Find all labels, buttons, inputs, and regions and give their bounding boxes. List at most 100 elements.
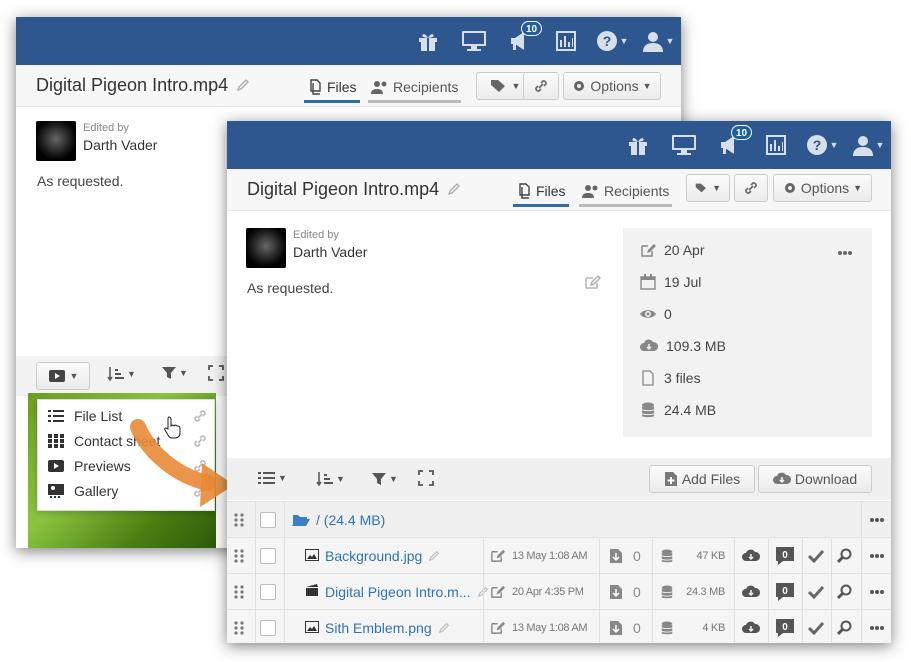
approve-icon[interactable] — [808, 574, 824, 609]
file-name-link[interactable]: Digital Pigeon Intro.m... — [325, 584, 471, 600]
options-button[interactable]: Options ▼ — [773, 174, 872, 202]
table-row[interactable]: Digital Pigeon Intro.m... 20 Apr 4:35 PM… — [227, 573, 891, 609]
downloads-cell: 0 — [609, 574, 641, 609]
preview-icon[interactable] — [837, 610, 853, 643]
edit-post-icon[interactable] — [585, 275, 601, 289]
menu-item-file-list[interactable]: File List — [48, 406, 122, 426]
tab-files[interactable]: Files — [304, 73, 360, 103]
info-modified-value: 20 Apr — [664, 242, 705, 258]
add-files-button[interactable]: Add Files — [649, 465, 755, 493]
document-title-text: Digital Pigeon Intro.mp4 — [247, 179, 440, 199]
preview-icon[interactable] — [837, 574, 853, 609]
drag-handle-icon[interactable] — [234, 538, 244, 573]
tags-button[interactable]: ▼ — [686, 174, 730, 202]
user-menu[interactable]: ▼ — [845, 121, 891, 169]
row-checkbox[interactable] — [260, 610, 276, 643]
tab-recipients[interactable]: Recipients — [579, 177, 673, 207]
announcements-icon[interactable]: 10 — [707, 121, 753, 169]
drag-handle-icon[interactable] — [234, 502, 244, 537]
avatar — [36, 121, 76, 161]
edit-icon — [491, 549, 505, 562]
download-file-icon[interactable] — [741, 574, 761, 609]
info-views: 0 — [640, 306, 672, 322]
announcements-icon[interactable]: 10 — [497, 17, 543, 65]
filter-button[interactable]: ▼ — [371, 471, 398, 487]
transition-arrow-icon — [130, 419, 234, 507]
table-row[interactable]: Background.jpg 13 May 1:08 AM 0 47 KB 0 — [227, 537, 891, 573]
rename-icon[interactable] — [428, 550, 440, 562]
folder-name[interactable]: / (24.4 MB) — [292, 502, 385, 537]
file-icon — [642, 370, 654, 386]
desktop-icon[interactable] — [661, 121, 707, 169]
view-mode-button[interactable]: ▼ — [36, 362, 90, 390]
preview-icon[interactable] — [837, 538, 853, 573]
fullscreen-button[interactable] — [418, 470, 434, 486]
tab-files[interactable]: Files — [513, 177, 569, 207]
desktop-icon[interactable] — [451, 17, 497, 65]
file-size-cell: 24.3 MB — [672, 574, 725, 609]
comments-icon[interactable]: 0 — [774, 538, 796, 573]
folder-label: / (24.4 MB) — [316, 511, 386, 528]
more-icon[interactable] — [837, 250, 853, 256]
more-icon[interactable] — [869, 502, 885, 537]
help-menu[interactable]: ? ▼ — [589, 17, 635, 65]
filter-button[interactable]: ▼ — [161, 365, 188, 381]
info-size-value: 24.4 MB — [664, 402, 717, 418]
stats-icon[interactable] — [543, 17, 589, 65]
comments-icon[interactable]: 0 — [774, 574, 796, 609]
file-date: 13 May 1:08 AM — [512, 549, 588, 562]
edit-icon — [491, 621, 505, 634]
more-icon[interactable] — [869, 538, 885, 573]
gift-icon[interactable] — [405, 17, 451, 65]
add-file-icon — [664, 472, 677, 486]
drag-handle-icon[interactable] — [234, 610, 244, 643]
tab-recipients[interactable]: Recipients — [368, 73, 462, 103]
edit-title-icon[interactable] — [236, 76, 250, 97]
link-button[interactable] — [523, 72, 559, 100]
downloads-cell: 0 — [609, 538, 641, 573]
rename-icon[interactable] — [438, 622, 450, 634]
file-date: 13 May 1:08 AM — [512, 621, 588, 634]
row-checkbox[interactable] — [260, 574, 276, 609]
image-icon — [305, 548, 319, 561]
document-title: Digital Pigeon Intro.mp4 — [36, 75, 250, 97]
download-file-icon[interactable] — [741, 538, 761, 573]
file-name-link[interactable]: Background.jpg — [325, 548, 422, 564]
menu-item-gallery[interactable]: Gallery — [48, 481, 118, 501]
more-icon[interactable] — [869, 610, 885, 643]
sort-button[interactable]: ▼ — [107, 365, 136, 383]
approve-icon[interactable] — [808, 610, 824, 643]
info-expires: 19 Jul — [640, 274, 701, 290]
fullscreen-button[interactable] — [208, 365, 224, 381]
download-button[interactable]: Download — [758, 465, 872, 493]
link-button[interactable] — [734, 174, 768, 202]
row-checkbox[interactable] — [260, 502, 276, 537]
help-menu[interactable]: ? ▼ — [799, 121, 845, 169]
view-mode-button[interactable]: ▼ — [258, 471, 287, 485]
row-checkbox[interactable] — [260, 538, 276, 573]
file-name-cell: Sith Emblem.png — [305, 610, 450, 643]
files-toolbar: ▼ ▼ ▼ Add Files Download — [227, 458, 891, 500]
file-name-link[interactable]: Sith Emblem.png — [325, 620, 432, 636]
edit-title-icon[interactable] — [447, 180, 461, 201]
table-row[interactable]: Sith Emblem.png 13 May 1:08 AM 0 4 KB 0 — [227, 609, 891, 643]
drag-handle-icon[interactable] — [234, 574, 244, 609]
menu-item-previews[interactable]: Previews — [48, 456, 131, 476]
options-button[interactable]: Options ▼ — [563, 72, 661, 100]
menu-label-file-list: File List — [74, 408, 123, 424]
download-file-icon[interactable] — [741, 610, 761, 643]
edit-icon — [641, 244, 656, 257]
menu-label-previews: Previews — [74, 458, 131, 474]
file-info-panel: 20 Apr 19 Jul 0 109.3 MB 3 files 24.4 MB — [623, 228, 872, 437]
file-size-cell: 47 KB — [672, 538, 726, 573]
gift-icon[interactable] — [615, 121, 661, 169]
comments-icon[interactable]: 0 — [774, 610, 796, 643]
approve-icon[interactable] — [808, 538, 824, 573]
svg-text:0: 0 — [782, 586, 788, 597]
stats-icon[interactable] — [753, 121, 799, 169]
sort-button[interactable]: ▼ — [316, 470, 345, 488]
more-icon[interactable] — [869, 574, 885, 609]
folder-row[interactable]: / (24.4 MB) — [227, 501, 891, 537]
user-menu[interactable]: ▼ — [635, 17, 681, 65]
options-label: Options — [590, 78, 639, 94]
